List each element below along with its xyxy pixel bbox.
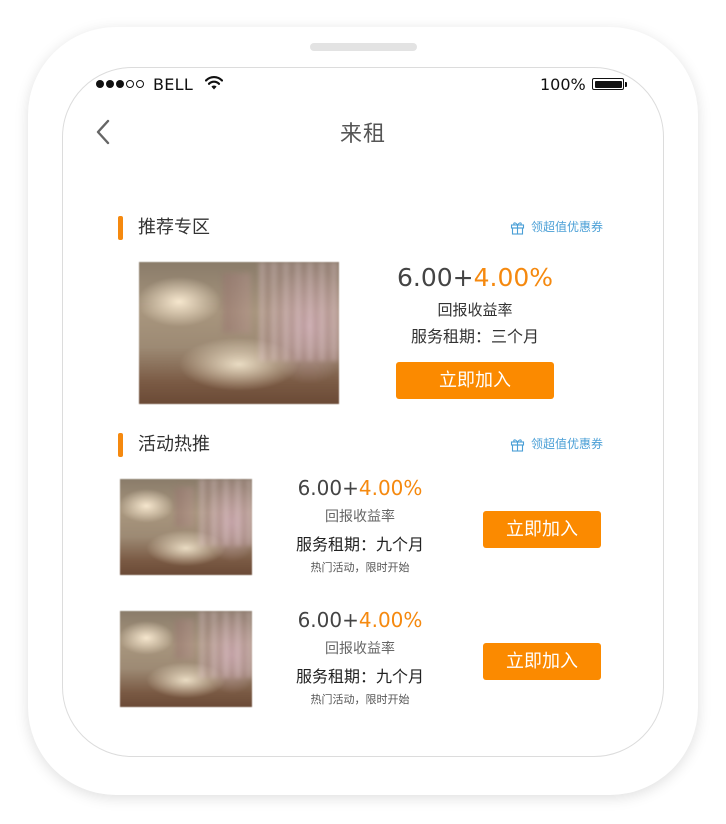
signal-strength-icon (96, 80, 144, 88)
recommended-join-button[interactable]: 立即加入 (396, 362, 554, 399)
rate-base: 6.00 (297, 476, 343, 500)
recommended-coupon-link[interactable]: 领超值优惠券 (510, 219, 603, 235)
activity-note: 热门活动，限时开始 (310, 693, 410, 706)
rate-bonus: 4.00% (473, 263, 554, 292)
section-accent-bar (118, 216, 123, 240)
hot-coupon-link[interactable]: 领超值优惠券 (510, 436, 603, 452)
gift-icon (510, 221, 525, 235)
status-bar: BELL 100% (63, 68, 663, 102)
recommended-rate: 6.00+4.00% (375, 263, 575, 293)
wifi-icon (205, 76, 223, 90)
battery-cap (625, 82, 627, 87)
service-term: 服务租期：九个月 (295, 535, 424, 554)
section-accent-bar (118, 433, 123, 457)
hot-join-button-1[interactable]: 立即加入 (483, 511, 601, 548)
carrier-name: BELL (153, 75, 194, 94)
rate-label: 回报收益率 (325, 641, 395, 657)
coupon-link-label: 领超值优惠券 (530, 437, 603, 451)
service-term: 服务租期：九个月 (295, 667, 424, 686)
phone-screen: BELL 100% 来租 推荐专区 领超值优惠券 6.00+4.00% 回报收益… (62, 67, 664, 757)
battery-icon (592, 78, 624, 90)
rate-bonus: 4.00% (358, 476, 423, 500)
navigation-bar: 来租 (63, 102, 663, 162)
hot-room-photo-2[interactable] (120, 611, 252, 707)
hot-join-button-2[interactable]: 立即加入 (483, 643, 601, 680)
rate-plus: + (452, 263, 474, 292)
service-term: 服务租期：三个月 (410, 327, 539, 346)
rate-label: 回报收益率 (437, 301, 513, 319)
rate-label: 回报收益率 (325, 509, 395, 525)
speaker-grille (310, 43, 417, 51)
rate-plus: + (342, 476, 359, 500)
activity-note: 热门活动，限时开始 (310, 561, 410, 574)
rate-plus: + (342, 608, 359, 632)
hot-section-title: 活动热推 (138, 434, 210, 455)
gift-icon (510, 438, 525, 452)
rate-bonus: 4.00% (358, 608, 423, 632)
coupon-link-label: 领超值优惠券 (530, 220, 603, 234)
phone-frame: BELL 100% 来租 推荐专区 领超值优惠券 6.00+4.00% 回报收益… (28, 27, 698, 795)
rate-base: 6.00 (396, 263, 453, 292)
hot-rate-1: 6.00+4.00% (275, 476, 445, 501)
recommended-section-header: 推荐专区 领超值优惠券 (118, 215, 603, 241)
rate-base: 6.00 (297, 608, 343, 632)
battery-percentage: 100% (540, 75, 586, 94)
recommended-room-photo[interactable] (139, 262, 339, 404)
hot-room-photo-1[interactable] (120, 479, 252, 575)
hot-section-header: 活动热推 领超值优惠券 (118, 432, 603, 458)
page-title: 来租 (339, 122, 386, 147)
hot-rate-2: 6.00+4.00% (275, 608, 445, 633)
recommended-section-title: 推荐专区 (138, 217, 210, 238)
